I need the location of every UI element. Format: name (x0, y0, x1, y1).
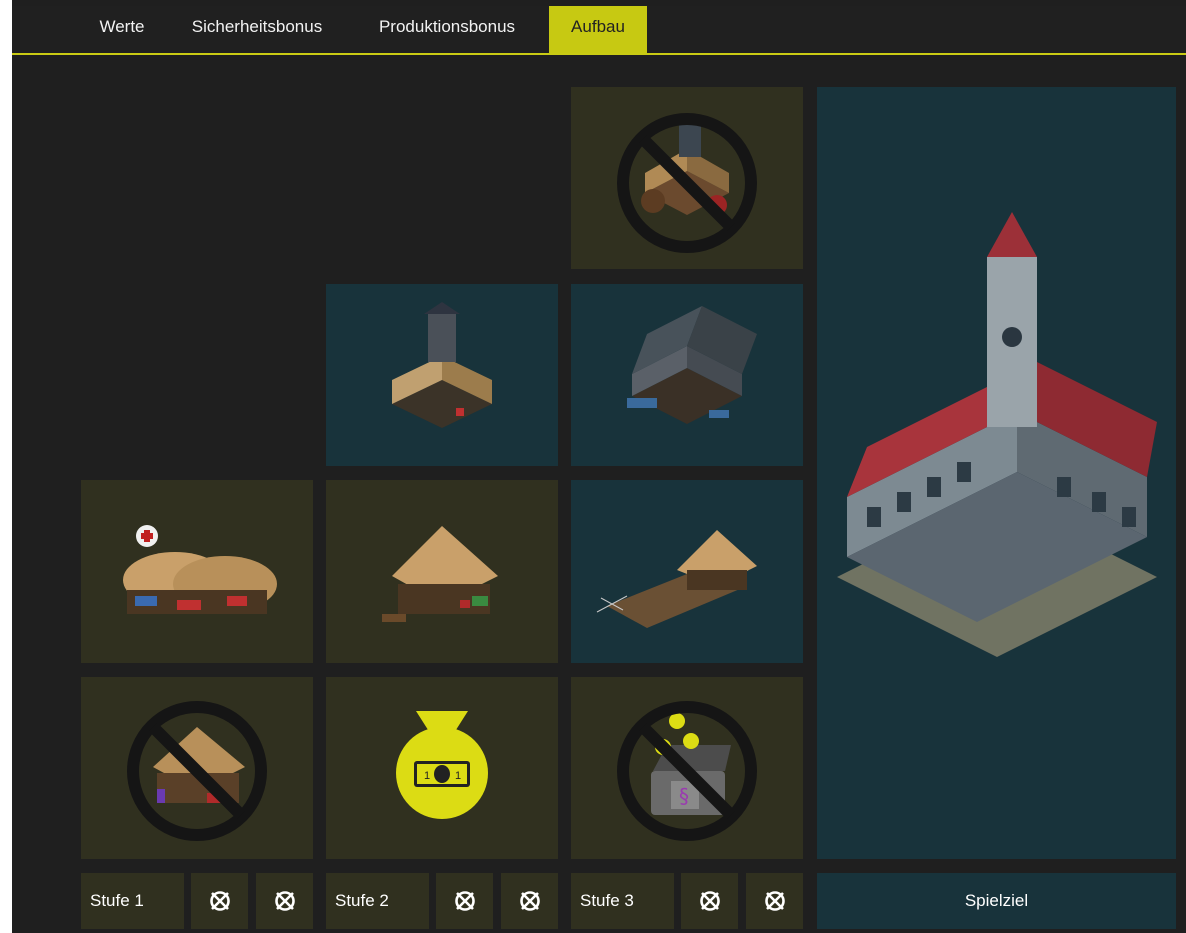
level-2-marker-1 (436, 873, 493, 929)
crossed-out-treasure-chest-icon: § (617, 701, 757, 841)
svg-text:1: 1 (455, 770, 461, 782)
level-3-label: Stufe 3 (571, 873, 674, 929)
svg-text:1: 1 (424, 770, 430, 782)
thatched-cottage-icon (382, 526, 498, 622)
level-2-text: Stufe 2 (335, 891, 389, 910)
level-1-marker-2 (256, 873, 313, 929)
tile-treasure-chest-locked[interactable]: § (571, 677, 803, 859)
level-3-marker-1 (681, 873, 738, 929)
level-3-text: Stufe 3 (580, 891, 634, 910)
tab-bar: Werte Sicherheitsbonus Produktionsbonus … (12, 6, 1186, 55)
tile-workshop-locked[interactable] (571, 87, 803, 269)
tile-market-building[interactable] (571, 284, 803, 466)
crossed-out-house-icon (127, 701, 267, 841)
crossed-circle-icon (274, 891, 295, 911)
svg-text:§: § (679, 784, 689, 808)
crossed-circle-icon (454, 891, 475, 911)
money-bag-icon: 1 1 (396, 711, 488, 819)
window-edge (0, 0, 12, 933)
level-1-marker-1 (191, 873, 248, 929)
level-2-marker-2 (501, 873, 558, 929)
tab-aufbau[interactable]: Aufbau (549, 6, 647, 53)
tile-watchtower-house[interactable] (326, 284, 558, 466)
goal-button[interactable]: Spielziel (817, 873, 1176, 929)
crossed-circle-icon (519, 891, 540, 911)
crossed-circle-icon (699, 891, 720, 911)
tile-thatched-cottage[interactable] (326, 480, 558, 663)
tile-town-hall[interactable] (817, 87, 1176, 859)
tile-healer-hut[interactable] (81, 480, 313, 663)
tile-fishing-dock[interactable] (571, 480, 803, 663)
tab-sicherheitsbonus[interactable]: Sicherheitsbonus (177, 6, 337, 53)
fishing-dock-hut-icon (596, 530, 757, 628)
tile-house-locked[interactable] (81, 677, 313, 859)
level-1-text: Stufe 1 (90, 891, 144, 910)
town-hall-icon (837, 212, 1157, 657)
tile-money-bag[interactable]: 1 1 (326, 677, 558, 859)
goal-label: Spielziel (964, 891, 1029, 910)
crossed-circle-icon (209, 891, 230, 911)
watchtower-house-icon (392, 302, 492, 428)
crossed-circle-icon (764, 891, 785, 911)
healer-hut-icon (123, 525, 277, 614)
crossed-out-workshop-building-icon (617, 113, 757, 253)
tab-produktionsbonus[interactable]: Produktionsbonus (362, 6, 532, 53)
market-stall-building-icon (627, 306, 757, 424)
tab-werte[interactable]: Werte (87, 6, 157, 53)
level-3-marker-2 (746, 873, 803, 929)
level-2-label: Stufe 2 (326, 873, 429, 929)
level-1-label: Stufe 1 (81, 873, 184, 929)
